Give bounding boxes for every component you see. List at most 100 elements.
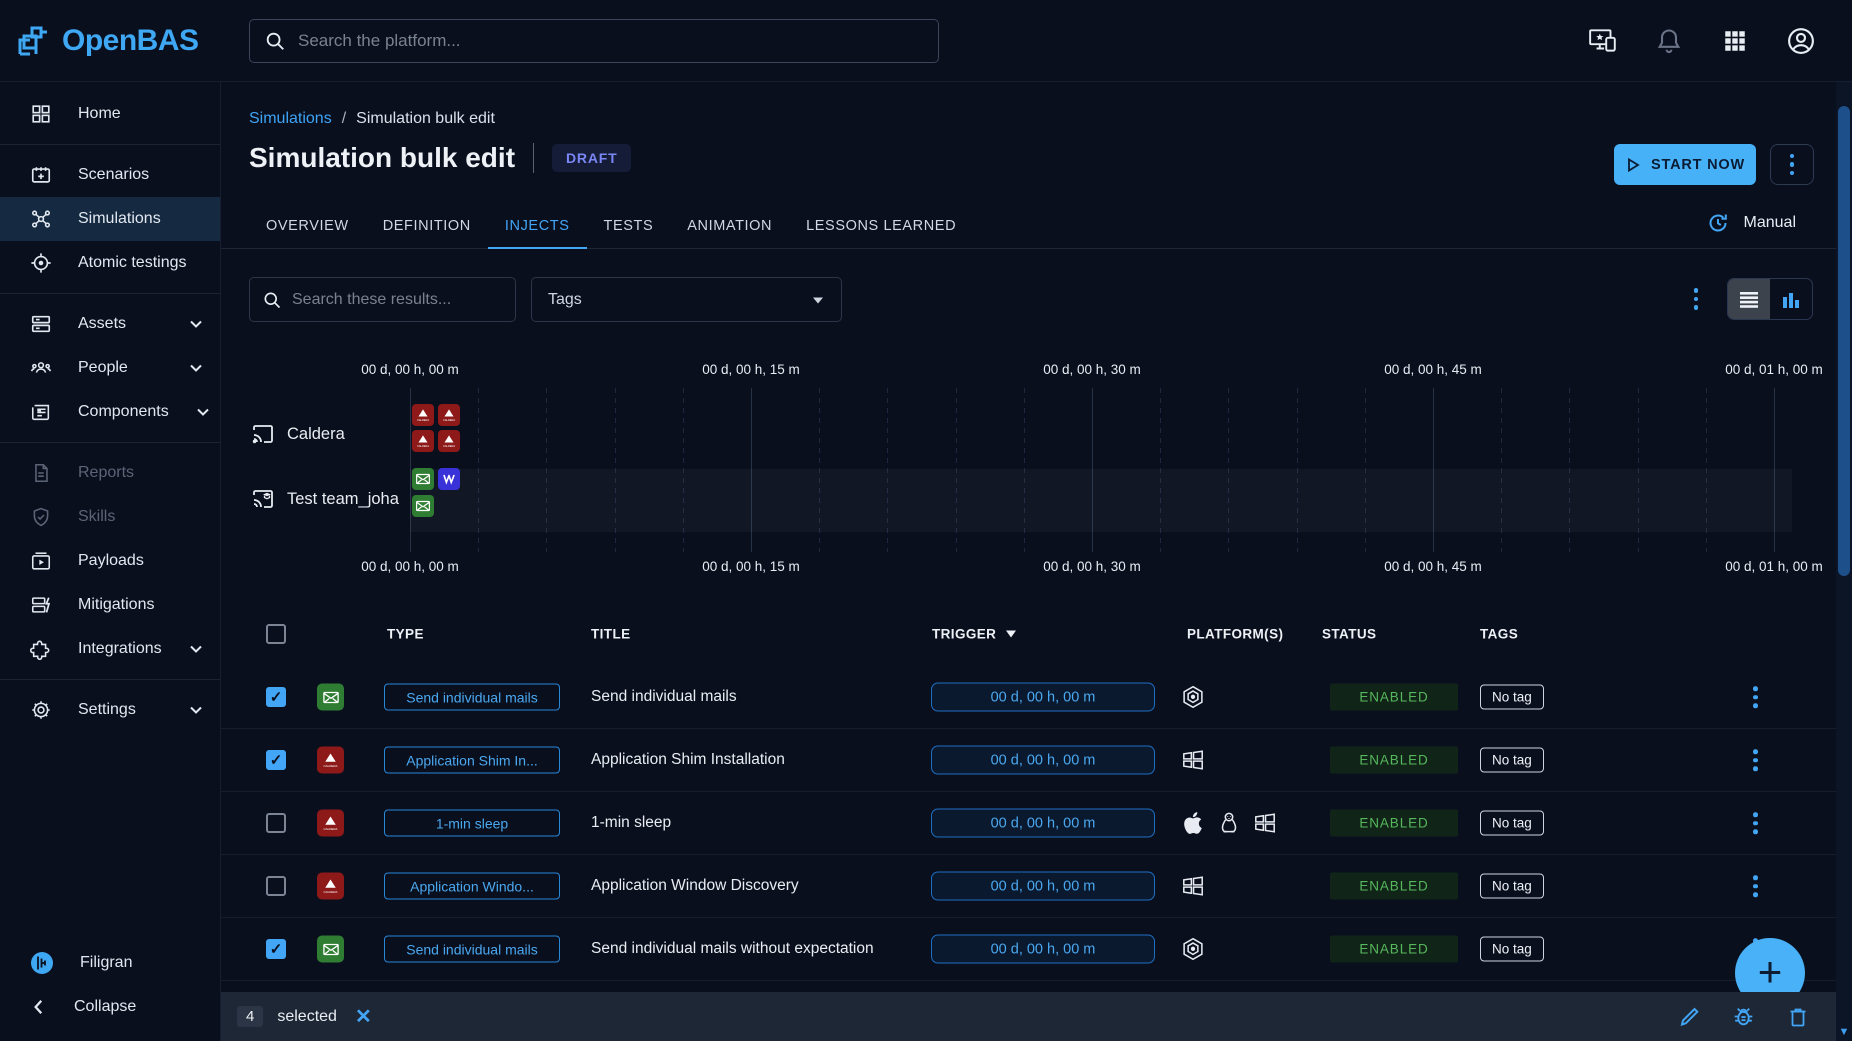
- inject-caldera-icon: CALDERA: [317, 747, 344, 774]
- tags-filter-select[interactable]: Tags: [531, 277, 842, 322]
- sidebar-item-scenarios[interactable]: Scenarios: [0, 153, 220, 197]
- inject-type-chip[interactable]: Application Windo...: [384, 873, 560, 900]
- header-title[interactable]: TITLE: [591, 627, 631, 642]
- row-kebab-menu-button[interactable]: [1753, 749, 1758, 771]
- tab-injects[interactable]: INJECTS: [488, 202, 587, 249]
- tab-overview[interactable]: OVERVIEW: [249, 202, 366, 249]
- row-kebab-menu-button[interactable]: [1753, 686, 1758, 708]
- inject-caldera-icon[interactable]: CALDERA: [438, 430, 460, 452]
- trigger-chip[interactable]: 00 d, 00 h, 00 m: [931, 683, 1155, 712]
- header-tags[interactable]: TAGS: [1480, 627, 1518, 642]
- inject-type-chip[interactable]: Application Shim In...: [384, 747, 560, 774]
- refresh-mode[interactable]: Manual: [1706, 211, 1796, 235]
- scrollbar-thumb[interactable]: [1838, 106, 1850, 576]
- header-kebab-menu-button[interactable]: [1770, 144, 1814, 185]
- inject-caldera-icon[interactable]: CALDERA: [412, 404, 434, 426]
- apps-grid-icon[interactable]: [1714, 20, 1756, 62]
- sidebar-item-skills[interactable]: Skills: [0, 495, 220, 539]
- inject-type-chip[interactable]: Send individual mails: [384, 936, 560, 963]
- inject-type-chip[interactable]: 1-min sleep: [384, 810, 560, 837]
- bulk-delete-trash-icon[interactable]: [1786, 1005, 1810, 1029]
- tab-definition[interactable]: DEFINITION: [366, 202, 488, 249]
- agents-devices-icon[interactable]: [1582, 20, 1624, 62]
- select-all-checkbox[interactable]: [266, 624, 286, 644]
- tag-chip[interactable]: No tag: [1480, 748, 1544, 773]
- row-kebab-menu-button[interactable]: [1753, 812, 1758, 834]
- bulk-edit-pencil-icon[interactable]: [1677, 1005, 1701, 1029]
- account-circle-icon[interactable]: [1780, 20, 1822, 62]
- sidebar-item-components[interactable]: Components: [0, 390, 220, 434]
- scroll-down-arrow-icon[interactable]: ▼: [1836, 1026, 1852, 1038]
- sidebar-collapse-button[interactable]: Collapse: [0, 985, 220, 1029]
- notifications-bell-icon[interactable]: [1648, 20, 1690, 62]
- tab-animation[interactable]: ANIMATION: [670, 202, 789, 249]
- inject-caldera-icon[interactable]: CALDERA: [412, 430, 434, 452]
- results-search-input[interactable]: [292, 291, 503, 309]
- table-row[interactable]: Send individual mails Send individual ma…: [221, 666, 1836, 729]
- sidebar-item-label: Atomic testings: [78, 254, 186, 272]
- list-view-icon: [1739, 291, 1759, 309]
- row-checkbox[interactable]: [266, 687, 286, 707]
- sidebar-item-integrations[interactable]: Integrations: [0, 627, 220, 671]
- sidebar-item-atomic-testings[interactable]: Atomic testings: [0, 241, 220, 285]
- sidebar-item-payloads[interactable]: Payloads: [0, 539, 220, 583]
- tag-chip[interactable]: No tag: [1480, 874, 1544, 899]
- inject-type-chip[interactable]: Send individual mails: [384, 684, 560, 711]
- list-options-kebab-button[interactable]: [1676, 279, 1716, 319]
- sidebar-item-settings[interactable]: Settings: [0, 688, 220, 732]
- start-now-button[interactable]: START NOW: [1614, 144, 1756, 185]
- svg-text:CALDERA: CALDERA: [417, 444, 429, 448]
- bar-chart-icon: [1781, 291, 1801, 309]
- sidebar-item-home[interactable]: Home: [0, 92, 220, 136]
- row-checkbox[interactable]: [266, 750, 286, 770]
- header-platforms[interactable]: PLATFORM(S): [1187, 627, 1283, 642]
- tag-chip[interactable]: No tag: [1480, 811, 1544, 836]
- tab-lessons-learned[interactable]: LESSONS LEARNED: [789, 202, 973, 249]
- tab-tests[interactable]: TESTS: [587, 202, 671, 249]
- global-search-input[interactable]: [298, 31, 924, 51]
- table-row[interactable]: Send individual mails Send individual ma…: [221, 918, 1836, 981]
- plus-icon: +: [1758, 951, 1783, 993]
- timeline-axis-label: 00 d, 01 h, 00 m: [1704, 362, 1836, 377]
- vertical-scrollbar[interactable]: ▼: [1836, 82, 1852, 1041]
- tag-chip[interactable]: No tag: [1480, 685, 1544, 710]
- sidebar-item-assets[interactable]: Assets: [0, 302, 220, 346]
- row-checkbox[interactable]: [266, 813, 286, 833]
- sidebar-item-mitigations[interactable]: Mitigations: [0, 583, 220, 627]
- inject-indigo-icon[interactable]: [438, 468, 460, 490]
- tag-chip[interactable]: No tag: [1480, 937, 1544, 962]
- header-status[interactable]: STATUS: [1322, 627, 1376, 642]
- chart-view-button[interactable]: [1770, 279, 1812, 320]
- clear-selection-icon[interactable]: ✕: [355, 1004, 372, 1029]
- header-type[interactable]: TYPE: [387, 627, 424, 642]
- sidebar-item-reports[interactable]: Reports: [0, 451, 220, 495]
- table-header: TYPE TITLE TRIGGER PLATFORM(S) STATUS TA…: [221, 602, 1836, 666]
- sidebar-item-simulations[interactable]: Simulations: [0, 197, 220, 241]
- row-checkbox[interactable]: [266, 876, 286, 896]
- sidebar-item-label: Filigran: [80, 954, 132, 972]
- breadcrumb-simulations-link[interactable]: Simulations: [249, 110, 332, 128]
- row-checkbox[interactable]: [266, 939, 286, 959]
- brand[interactable]: OpenBAS: [0, 22, 221, 60]
- inject-caldera-icon[interactable]: CALDERA: [438, 404, 460, 426]
- table-row[interactable]: CALDERA Application Shim In... Applicati…: [221, 729, 1836, 792]
- sidebar-item-label: Scenarios: [78, 166, 149, 184]
- row-kebab-menu-button[interactable]: [1753, 875, 1758, 897]
- refresh-mode-label: Manual: [1744, 214, 1796, 232]
- trigger-chip[interactable]: 00 d, 00 h, 00 m: [931, 809, 1155, 838]
- inject-title: Send individual mails: [591, 688, 737, 706]
- bulk-test-bug-icon[interactable]: [1731, 1004, 1756, 1029]
- table-row[interactable]: CALDERA Application Windo... Application…: [221, 855, 1836, 918]
- trigger-chip[interactable]: 00 d, 00 h, 00 m: [931, 872, 1155, 901]
- trigger-chip[interactable]: 00 d, 00 h, 00 m: [931, 746, 1155, 775]
- inject-email-icon[interactable]: [412, 495, 434, 517]
- inject-email-icon[interactable]: [412, 468, 434, 490]
- sidebar-item-filigran[interactable]: Filigran: [0, 941, 220, 985]
- header-trigger[interactable]: TRIGGER: [932, 627, 1017, 642]
- table-row[interactable]: CALDERA 1-min sleep 1-min sleep 00 d, 00…: [221, 792, 1836, 855]
- title-divider: [533, 143, 534, 173]
- list-view-button[interactable]: [1728, 279, 1770, 320]
- trigger-chip[interactable]: 00 d, 00 h, 00 m: [931, 935, 1155, 964]
- svg-text:CALDERA: CALDERA: [323, 764, 337, 768]
- sidebar-item-people[interactable]: People: [0, 346, 220, 390]
